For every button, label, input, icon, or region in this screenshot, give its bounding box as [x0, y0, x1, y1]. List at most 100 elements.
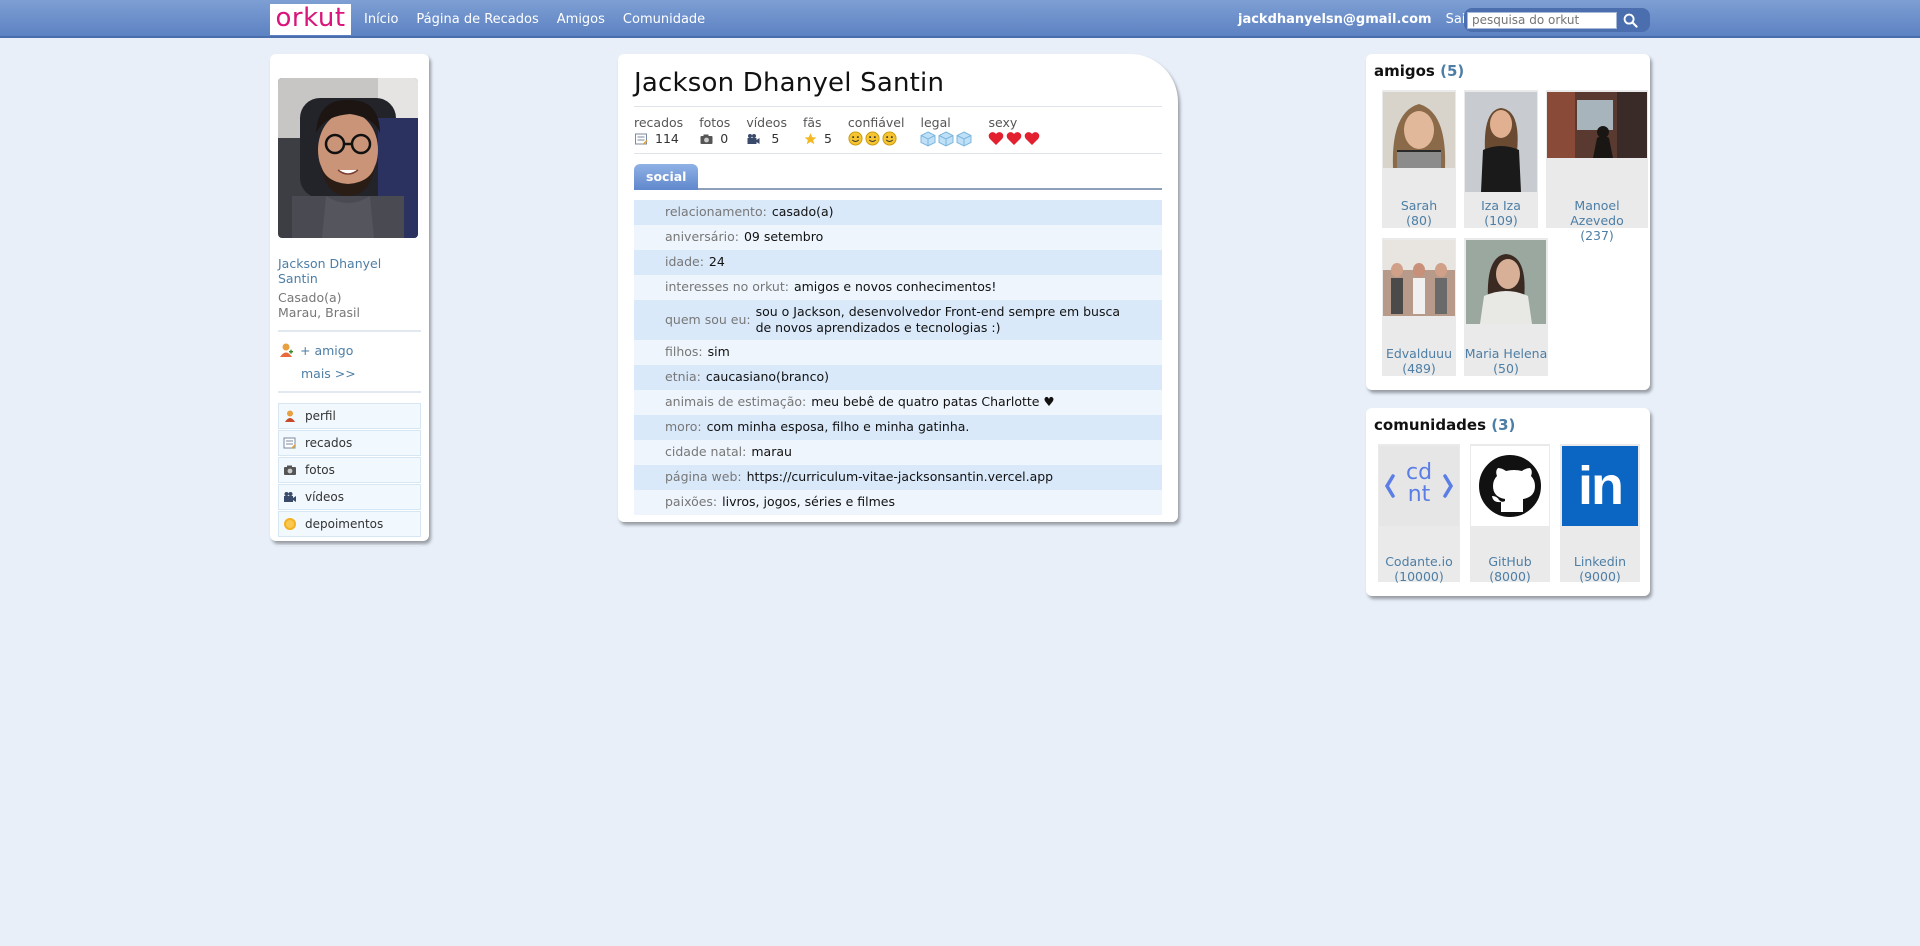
friend-card[interactable]: Manoel Azevedo (237)	[1546, 90, 1648, 243]
stat-fotos[interactable]: fotos 0	[699, 115, 730, 147]
community-card[interactable]: in Linkedin (9000)	[1560, 444, 1640, 584]
friend-name: Maria Helena	[1464, 346, 1548, 361]
profile-avatar[interactable]	[278, 78, 418, 238]
tab-social[interactable]: social	[634, 164, 699, 190]
codante-logo: cd nt	[1379, 446, 1459, 526]
heart-icon	[1007, 132, 1022, 145]
testimonial-icon	[283, 517, 297, 531]
more-link[interactable]: mais >>	[301, 366, 421, 381]
profile-status: Casado(a)	[278, 290, 342, 305]
info-key: idade:	[665, 254, 704, 269]
profile-sidebar: Jackson Dhanyel Santin Casado(a) Marau, …	[270, 54, 429, 547]
profile-name-link[interactable]: Jackson Dhanyel Santin	[278, 256, 421, 286]
menu-item-fotos[interactable]: fotos	[278, 457, 421, 483]
stat-label: fotos	[699, 115, 731, 130]
info-key: página web:	[665, 469, 742, 484]
community-name: GitHub	[1488, 554, 1532, 569]
add-friend-link[interactable]: + amigo	[278, 342, 421, 358]
info-key: etnia:	[665, 369, 701, 384]
profile-icon	[283, 409, 297, 423]
stat-legal: legal	[920, 115, 972, 147]
info-key: moro:	[665, 419, 702, 434]
page-title: Jackson Dhanyel Santin	[634, 68, 1162, 107]
add-friend-icon	[280, 343, 293, 357]
divider	[278, 391, 421, 393]
stat-sexy: sexy	[988, 115, 1040, 147]
community-card[interactable]: GitHub (8000)	[1470, 444, 1550, 584]
friends-title-label: amigos	[1374, 62, 1435, 80]
profile-menu: perfil recados fotos vídeos depoimentos	[278, 403, 421, 537]
info-row: quem sou eu: sou o Jackson, desenvolvedor…	[634, 300, 1162, 340]
friends-title[interactable]: amigos (5)	[1374, 62, 1642, 80]
info-value: amigos e novos conhecimentos!	[793, 279, 997, 294]
stat-videos[interactable]: vídeos 5	[746, 115, 787, 147]
nav-inicio[interactable]: Início	[364, 12, 398, 27]
nav-recados[interactable]: Página de Recados	[416, 12, 538, 27]
info-value: livros, jogos, séries e filmes	[722, 494, 896, 509]
menu-item-videos[interactable]: vídeos	[278, 484, 421, 510]
video-icon	[283, 490, 297, 504]
menu-item-recados[interactable]: recados	[278, 430, 421, 456]
stat-recados[interactable]: recados 114	[634, 115, 683, 147]
stat-label: sexy	[988, 115, 1018, 130]
friend-count: (489)	[1402, 361, 1436, 376]
ice-cube-icon	[938, 131, 954, 147]
cool-rating	[920, 131, 972, 147]
info-value: casado(a)	[771, 204, 834, 219]
nav-comunidade[interactable]: Comunidade	[623, 12, 705, 27]
friend-count: (109)	[1484, 213, 1518, 228]
orkut-logo[interactable]: orkut	[270, 4, 351, 35]
menu-item-label: fotos	[305, 463, 335, 477]
menu-item-perfil[interactable]: perfil	[278, 403, 421, 429]
smiley-icon	[848, 131, 863, 146]
stat-label: fãs	[802, 115, 822, 130]
stat-fas[interactable]: fãs 5	[803, 115, 832, 147]
community-count: (9000)	[1579, 569, 1621, 584]
profile-location: Marau, Brasil	[278, 305, 360, 320]
account-area: jackdhanyelsn@gmail.com Sair	[1238, 12, 1471, 27]
info-row: relacionamento: casado(a)	[634, 200, 1162, 225]
star-icon	[804, 132, 817, 144]
info-key: paixões:	[665, 494, 718, 509]
search-input[interactable]	[1467, 11, 1617, 29]
communities-title[interactable]: comunidades (3)	[1374, 416, 1642, 434]
info-value: sim	[707, 344, 730, 359]
friend-card[interactable]: Sarah (80)	[1382, 90, 1456, 228]
ice-cube-icon	[956, 131, 972, 147]
menu-item-label: perfil	[305, 409, 336, 423]
info-value: marau	[751, 444, 792, 459]
info-row: etnia: caucasiano(branco)	[634, 365, 1162, 390]
search-button[interactable]	[1617, 11, 1643, 29]
community-count: (10000)	[1394, 569, 1444, 584]
scrap-icon	[283, 436, 297, 450]
info-key: cidade natal:	[665, 444, 747, 459]
stat-label: legal	[920, 115, 951, 130]
friend-photo	[1383, 92, 1455, 168]
menu-item-depoimentos[interactable]: depoimentos	[278, 511, 421, 537]
friend-card[interactable]: Edvalduuu (489)	[1382, 238, 1456, 376]
profile-main: Jackson Dhanyel Santin recados 114 fotos…	[618, 54, 1178, 522]
friend-name: Sarah	[1400, 198, 1438, 213]
nav-amigos[interactable]: Amigos	[557, 12, 605, 27]
trust-rating	[848, 131, 905, 146]
community-count: (8000)	[1489, 569, 1531, 584]
info-row: aniversário: 09 setembro	[634, 225, 1162, 250]
communities-count: (3)	[1491, 416, 1516, 434]
info-value[interactable]: https://curriculum-vitae-jacksonsantin.v…	[747, 468, 1054, 485]
divider	[278, 330, 421, 332]
info-key: animais de estimação:	[665, 394, 807, 409]
info-row: página web: https://curriculum-vitae-jack…	[634, 465, 1162, 490]
menu-item-label: vídeos	[305, 490, 345, 504]
main-nav: Início Página de Recados Amigos Comunida…	[364, 12, 705, 27]
smiley-icon	[865, 131, 880, 146]
friend-card[interactable]: Maria Helena (50)	[1464, 238, 1548, 376]
stat-value: 5	[771, 131, 780, 146]
codante-logo-text: cd nt	[1405, 460, 1433, 507]
community-card[interactable]: cd nt Codante.io (10000)	[1378, 444, 1460, 584]
friend-card[interactable]: Iza Iza (109)	[1464, 90, 1538, 228]
friend-count: (50)	[1493, 361, 1519, 376]
profile-tabs: social	[634, 164, 1162, 190]
profile-info: Casado(a) Marau, Brasil	[278, 290, 421, 320]
profile-stats: recados 114 fotos 0 vídeos 5 fãs 5 confi…	[634, 115, 1162, 154]
smiley-icon	[882, 131, 897, 146]
